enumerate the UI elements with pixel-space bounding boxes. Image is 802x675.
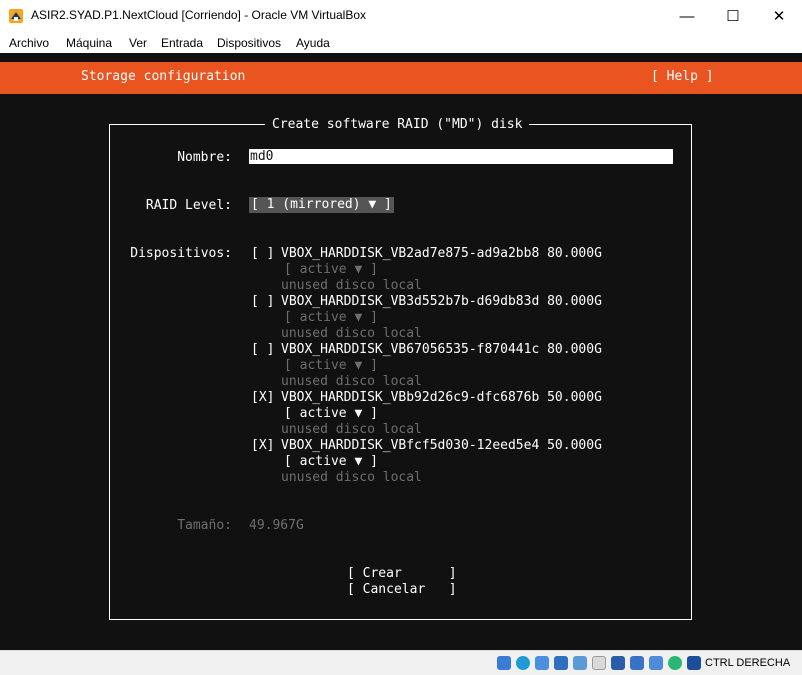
device-name: VBOX_HARDDISK_VBb92d26c9-dfc6876b 50.000… — [281, 390, 602, 405]
menu-dispositivos[interactable]: Dispositivos — [217, 36, 281, 50]
help-button[interactable]: [ Help ] — [651, 69, 714, 84]
device-role-select: [ active ▼ ] — [284, 310, 378, 325]
virtualbox-app-icon — [9, 9, 23, 23]
name-label: Nombre: — [177, 150, 232, 165]
device-role-select[interactable]: [ active ▼ ] — [284, 454, 378, 470]
installer-header: Storage configuration [ Help ] — [0, 62, 802, 94]
menu-archivo[interactable]: Archivo — [9, 36, 49, 50]
maximize-button[interactable]: ☐ — [710, 0, 756, 32]
window-title: ASIR2.SYAD.P1.NextCloud [Corriendo] - Or… — [31, 8, 367, 22]
device-checkbox[interactable]: [ ] — [251, 342, 274, 358]
host-key-label: CTRL DERECHA — [705, 657, 791, 669]
dialog-title: Create software RAID ("MD") disk — [265, 117, 530, 132]
menu-maquina[interactable]: Máquina — [66, 36, 112, 50]
header-title: Storage configuration — [81, 69, 246, 84]
device-name: VBOX_HARDDISK_VB67056535-f870441c 80.000… — [281, 342, 602, 357]
device-role-select[interactable]: [ active ▼ ] — [284, 406, 378, 422]
name-input[interactable]: md0 — [249, 149, 673, 164]
mouse-integration-icon[interactable] — [668, 656, 682, 670]
shared-folders-icon[interactable] — [592, 656, 606, 670]
display-icon[interactable] — [611, 656, 625, 670]
device-status: unused disco local — [281, 326, 422, 341]
size-label: Tamaño: — [177, 518, 232, 533]
menu-ver[interactable]: Ver — [129, 36, 147, 50]
keyboard-icon[interactable] — [687, 656, 701, 670]
create-button[interactable]: [ Crear ] — [347, 566, 457, 582]
window-titlebar: ASIR2.SYAD.P1.NextCloud [Corriendo] - Or… — [0, 0, 802, 32]
cancel-button[interactable]: [ Cancelar ] — [347, 582, 457, 598]
device-name: VBOX_HARDDISK_VBfcf5d030-12eed5e4 50.000… — [281, 438, 602, 453]
close-button[interactable]: ✕ — [756, 0, 802, 32]
hard-disk-icon[interactable] — [497, 656, 511, 670]
video-capture-icon[interactable] — [630, 656, 644, 670]
device-checkbox[interactable]: [X] — [251, 438, 274, 454]
audio-icon[interactable] — [535, 656, 549, 670]
device-role-select: [ active ▼ ] — [284, 358, 378, 373]
menu-entrada[interactable]: Entrada — [161, 36, 203, 50]
minimize-button[interactable]: — — [664, 0, 710, 32]
device-checkbox[interactable]: [X] — [251, 390, 274, 406]
menu-ayuda[interactable]: Ayuda — [296, 36, 330, 50]
device-checkbox[interactable]: [ ] — [251, 246, 274, 262]
device-status: unused disco local — [281, 278, 422, 293]
vm-status-bar: CTRL DERECHA — [0, 650, 802, 675]
device-checkbox[interactable]: [ ] — [251, 294, 274, 310]
virtualization-icon[interactable] — [649, 656, 663, 670]
raid-level-label: RAID Level: — [145, 198, 232, 213]
vm-screen[interactable]: Storage configuration [ Help ] Create so… — [0, 53, 802, 650]
device-name: VBOX_HARDDISK_VB2ad7e875-ad9a2bb8 80.000… — [281, 246, 602, 261]
device-name: VBOX_HARDDISK_VB3d552b7b-d69db83d 80.000… — [281, 294, 602, 309]
device-status: unused disco local — [281, 470, 422, 485]
device-role-select: [ active ▼ ] — [284, 262, 378, 277]
menu-bar: Archivo Máquina Ver Entrada Dispositivos… — [0, 32, 802, 53]
device-status: unused disco local — [281, 374, 422, 389]
usb-icon[interactable] — [573, 656, 587, 670]
devices-label: Dispositivos: — [130, 246, 232, 261]
size-value: 49.967G — [249, 518, 304, 533]
raid-level-select[interactable]: [ 1 (mirrored) ▼ ] — [249, 197, 394, 213]
device-status: unused disco local — [281, 422, 422, 437]
network-icon[interactable] — [554, 656, 568, 670]
optical-drive-icon[interactable] — [516, 656, 530, 670]
